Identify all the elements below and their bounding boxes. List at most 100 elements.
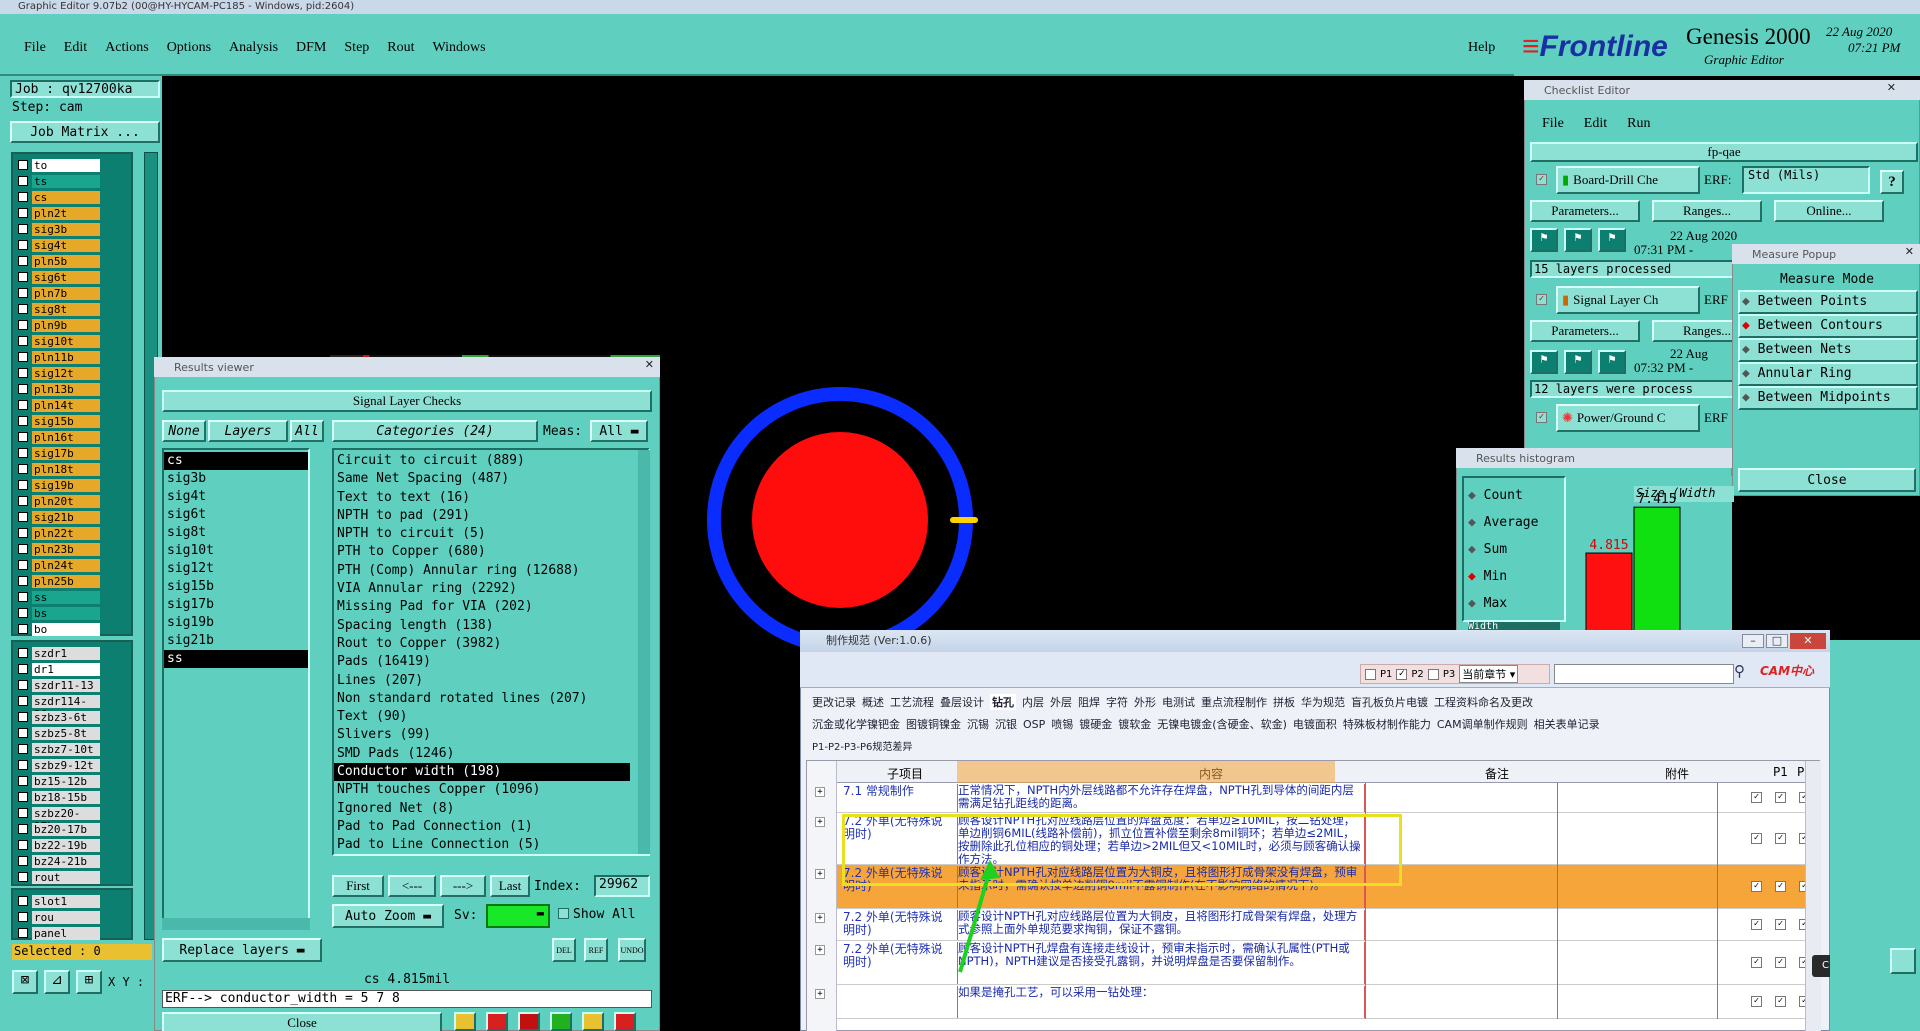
layer-checkbox[interactable]	[18, 352, 28, 362]
misc-layer-row[interactable]: panel	[13, 925, 131, 941]
layer-checkbox[interactable]	[18, 208, 28, 218]
cl-action-3-name[interactable]: ✺ Power/Ground C	[1556, 404, 1700, 432]
drill-layer-row[interactable]: bz18-15b	[13, 789, 131, 805]
rv-category-item[interactable]: PTH to Copper (680)	[334, 543, 648, 561]
rv-last-button[interactable]: Last	[490, 875, 530, 897]
layer-checkbox[interactable]	[18, 544, 28, 554]
layer-row[interactable]: to	[13, 157, 131, 173]
layer-checkbox[interactable]	[18, 592, 28, 602]
drill-layer-row[interactable]: szbz20-17b	[13, 805, 131, 833]
rv-category-item[interactable]: Text (90)	[334, 708, 648, 726]
layer-checkbox[interactable]	[18, 320, 28, 330]
run-icon[interactable]: ⚑	[1598, 228, 1626, 252]
layer-checkbox[interactable]	[18, 624, 28, 634]
layer-checkbox[interactable]	[18, 512, 28, 522]
histogram-bar[interactable]	[1633, 506, 1681, 638]
rv-sv-color[interactable]: ▬	[486, 904, 550, 928]
rv-category-item[interactable]: Pads (16419)	[334, 653, 648, 671]
layer-row[interactable]: pln20t	[13, 493, 131, 509]
p-checkbox[interactable]: ✓	[1751, 833, 1762, 844]
spec-tab[interactable]: 镀软金	[1118, 716, 1151, 732]
drill-layer-checkbox[interactable]	[18, 760, 28, 770]
spec-tab[interactable]: 钻孔	[990, 694, 1016, 710]
run-icon[interactable]: ⚑	[1564, 228, 1592, 252]
rv-category-item[interactable]: Circuit to circuit (889)	[334, 452, 648, 470]
p-checkbox[interactable]: ✓	[1775, 792, 1786, 803]
spec-tab[interactable]: 外层	[1050, 694, 1072, 710]
rv-next-button[interactable]: --->	[440, 875, 486, 897]
layer-checkbox[interactable]	[18, 256, 28, 266]
histogram-option[interactable]: ◆ Count	[1464, 482, 1564, 509]
p2-checkbox[interactable]: ✓	[1396, 668, 1408, 680]
layer-row[interactable]: pln7b	[13, 285, 131, 301]
cl-action-1-online[interactable]: Online...	[1774, 200, 1884, 222]
layer-row[interactable]: pln18t	[13, 461, 131, 477]
histogram-option[interactable]: ◆ Min	[1464, 563, 1564, 590]
rv-first-button[interactable]: First	[332, 875, 384, 897]
measure-close-button[interactable]: Close	[1738, 468, 1916, 492]
menu-dfm[interactable]: DFM	[296, 40, 326, 55]
rv-layer-item[interactable]: sig8t	[164, 524, 308, 542]
rv-layer-item[interactable]: ss	[164, 650, 308, 668]
layer-checkbox[interactable]	[18, 528, 28, 538]
spec-tab[interactable]: P1-P2-P3-P6规范差异	[812, 738, 912, 753]
drill-layer-checkbox[interactable]	[18, 840, 28, 850]
cl-menu-file[interactable]: File	[1542, 116, 1564, 132]
menu-analysis[interactable]: Analysis	[229, 40, 278, 55]
layer-row[interactable]: pln2t	[13, 205, 131, 221]
drill-layer-checkbox[interactable]	[18, 664, 28, 674]
p-checkbox[interactable]: ✓	[1775, 957, 1786, 968]
tool-icon-2[interactable]	[486, 1012, 508, 1031]
layer-row[interactable]: sig10t	[13, 333, 131, 349]
layer-checkbox[interactable]	[18, 448, 28, 458]
spec-tab[interactable]: 沉银	[995, 716, 1017, 732]
layer-checkbox[interactable]	[18, 176, 28, 186]
menu-actions[interactable]: Actions	[105, 40, 149, 55]
layer-row[interactable]: sig8t	[13, 301, 131, 317]
rv-category-item[interactable]: Same Net Spacing (487)	[334, 470, 648, 488]
layer-row[interactable]: bs	[13, 605, 131, 621]
p1-checkbox[interactable]	[1365, 668, 1376, 680]
layer-row[interactable]: ts	[13, 173, 131, 189]
rv-layer-item[interactable]: sig17b	[164, 596, 308, 614]
rv-layer-item[interactable]: cs	[164, 452, 308, 470]
table-row[interactable]: +7.1 常规制作 正常情况下，NPTH内外层线路都不允许存在焊盘，NPTH孔到导…	[815, 783, 1810, 813]
drill-layer-row[interactable]: bz15-12b	[13, 773, 131, 789]
drill-layer-row[interactable]: szdr11-13	[13, 677, 131, 693]
drill-layer-row[interactable]: szbz9-12t	[13, 757, 131, 773]
layer-checkbox[interactable]	[18, 288, 28, 298]
run-icon[interactable]: ⚑	[1530, 350, 1558, 374]
rv-none-button[interactable]: None	[162, 420, 206, 442]
cl-action-1-check[interactable]: ✓	[1536, 174, 1547, 185]
rv-category-item[interactable]: Pad to Pad Connection (1)	[334, 818, 648, 836]
minimize-icon[interactable]: –	[1742, 634, 1764, 648]
spec-tab[interactable]: CAM调单制作规则	[1437, 716, 1528, 732]
spec-tab[interactable]: 字符	[1106, 694, 1128, 710]
rv-replace-layers-button[interactable]: Replace layers ▬	[162, 938, 322, 962]
rv-category-item[interactable]: Non standard rotated lines (207)	[334, 690, 648, 708]
spec-tab[interactable]: 华为规范	[1301, 694, 1345, 710]
spec-tab[interactable]: 沉金或化学镍钯金	[812, 716, 900, 732]
misc-layer-row[interactable]: rou	[13, 909, 131, 925]
drill-layer-row[interactable]: bz24-21b	[13, 853, 131, 869]
measure-mode-item[interactable]: ◆ Between Midpoints	[1738, 386, 1918, 410]
histogram-option[interactable]: ◆ Sum	[1464, 536, 1564, 563]
layer-checkbox[interactable]	[18, 272, 28, 282]
rv-category-item[interactable]: Conductor width (198)	[334, 763, 630, 782]
p3-checkbox[interactable]	[1427, 668, 1439, 680]
rv-category-item[interactable]: NPTH to circuit (5)	[334, 525, 648, 543]
rv-layer-item[interactable]: sig10t	[164, 542, 308, 560]
rv-layer-item[interactable]: sig3b	[164, 470, 308, 488]
layer-row[interactable]: ss	[13, 589, 131, 605]
p-checkbox[interactable]: ✓	[1751, 996, 1762, 1007]
spec-search-input[interactable]	[1554, 664, 1734, 684]
spec-tab[interactable]: 电镀面积	[1293, 716, 1337, 732]
drill-layer-checkbox[interactable]	[18, 776, 28, 786]
layer-checkbox[interactable]	[18, 240, 28, 250]
cl-action-1-ranges[interactable]: Ranges...	[1652, 200, 1762, 222]
spec-tab[interactable]: 沉锡	[967, 716, 989, 732]
grid-icon[interactable]: ⊞	[76, 970, 102, 994]
layer-row[interactable]: sig4t	[13, 237, 131, 253]
cl-action-1-std[interactable]: Std (Mils)	[1742, 166, 1870, 194]
drill-layer-row[interactable]: rout	[13, 869, 131, 885]
